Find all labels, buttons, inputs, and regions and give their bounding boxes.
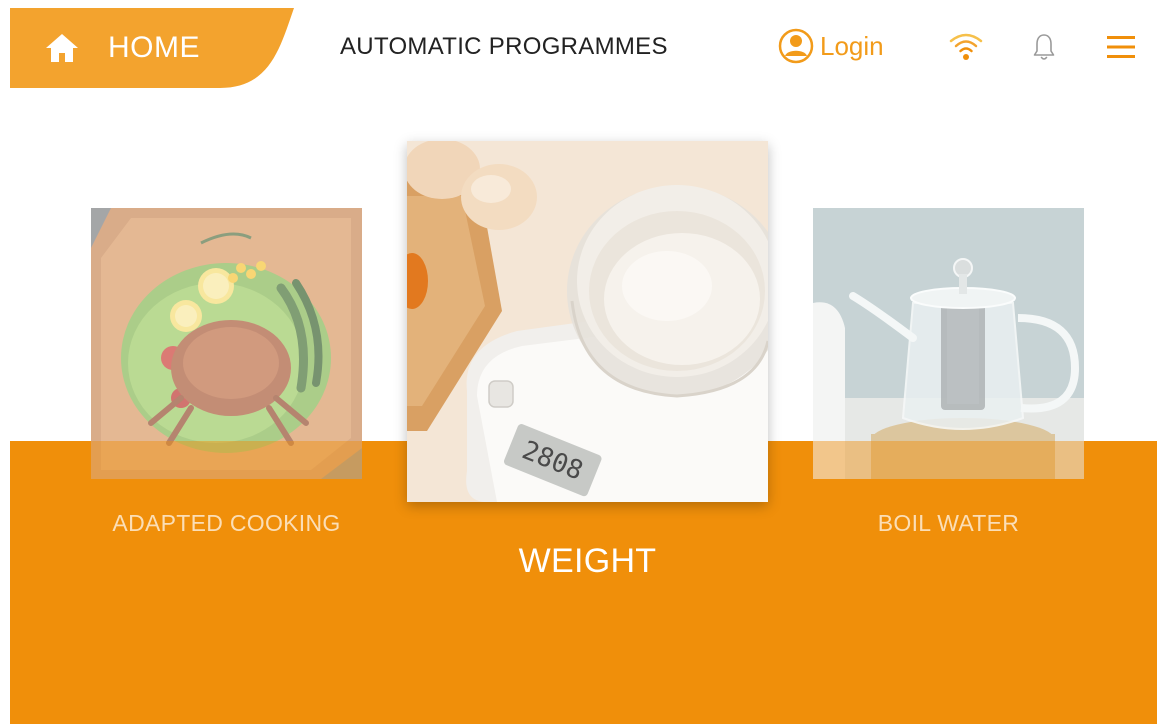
- home-label: HOME: [108, 31, 200, 64]
- wifi-icon[interactable]: [948, 28, 984, 64]
- programme-label-adapted-cooking: ADAPTED COOKING: [112, 510, 341, 536]
- card-dim-overlay: [91, 208, 362, 479]
- user-circle-icon: [778, 28, 814, 64]
- page-title: AUTOMATIC PROGRAMMES: [340, 33, 668, 60]
- card-orange-overlay: [91, 441, 362, 479]
- home-tab[interactable]: HOME: [10, 8, 300, 88]
- login-label: Login: [820, 30, 884, 61]
- programme-card-weight[interactable]: 2808: [407, 141, 768, 502]
- card-dim-overlay: [813, 208, 1084, 479]
- kitchen-scale-photo: 2808: [407, 141, 768, 502]
- menu-icon[interactable]: [1107, 34, 1135, 60]
- programme-label-boil-water: BOIL WATER: [877, 510, 1020, 536]
- card-orange-overlay: [813, 441, 1084, 479]
- home-icon: [44, 32, 80, 64]
- programme-card-boil-water[interactable]: [813, 208, 1084, 479]
- programme-card-adapted-cooking[interactable]: [91, 208, 362, 479]
- programme-label-weight: WEIGHT: [518, 542, 657, 580]
- login-button[interactable]: Login: [778, 28, 884, 64]
- bell-icon[interactable]: [1032, 32, 1056, 62]
